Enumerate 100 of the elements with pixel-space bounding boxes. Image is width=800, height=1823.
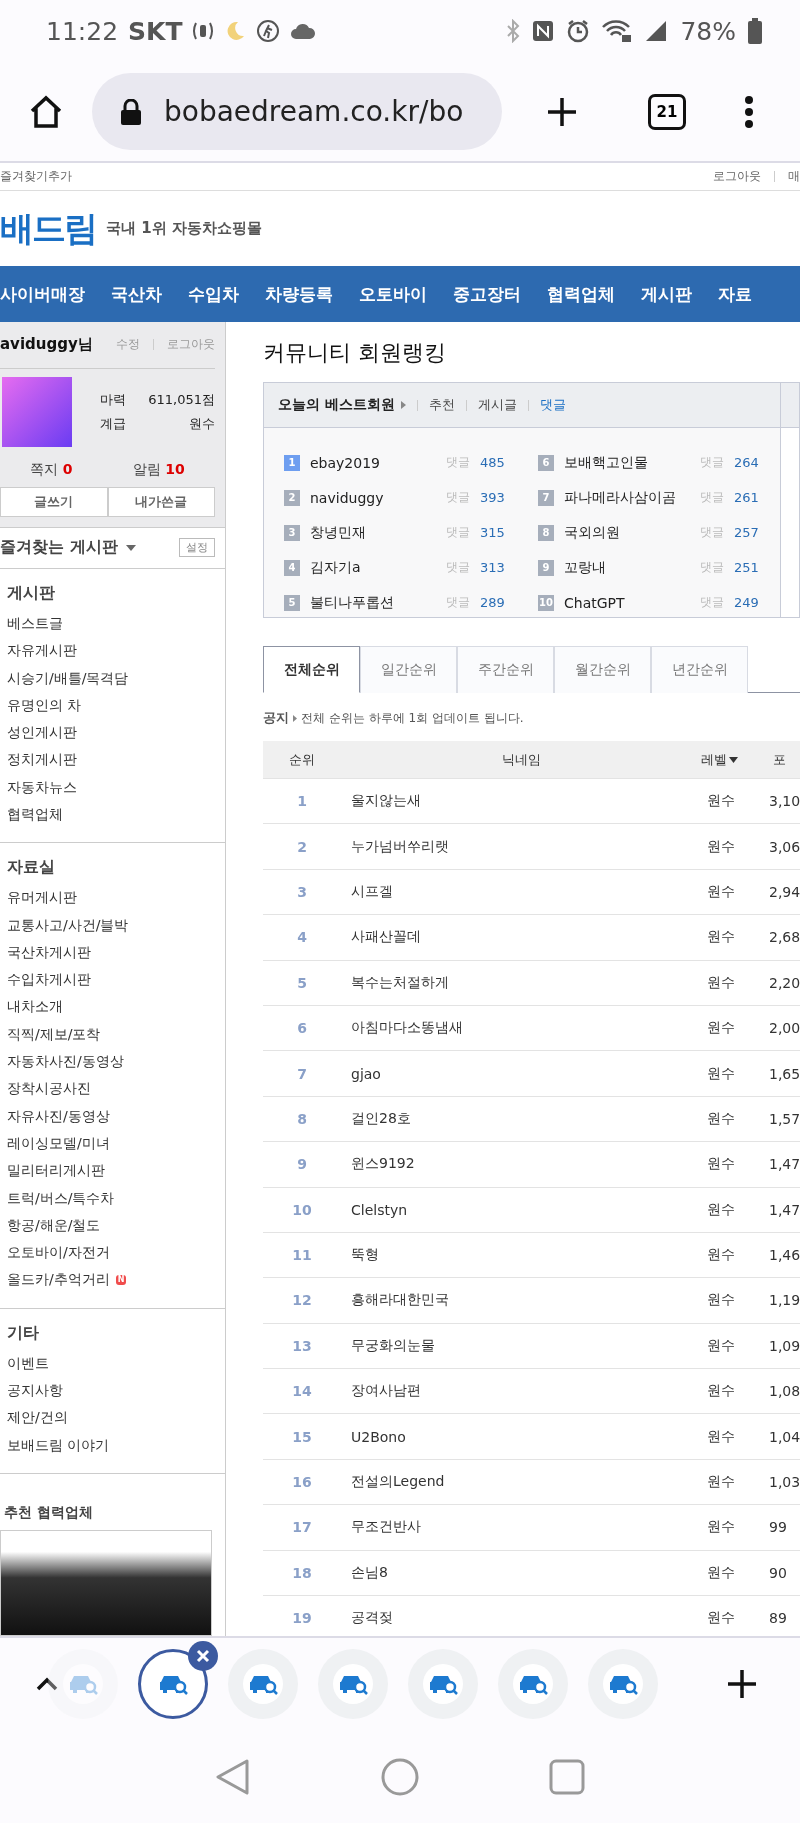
member-name[interactable]: 김자기a	[310, 558, 436, 577]
board-link[interactable]: 성인게시판	[7, 719, 218, 747]
board-link[interactable]: 공지사항	[7, 1377, 218, 1405]
chevron-up-icon[interactable]	[36, 1677, 58, 1691]
nickname-cell[interactable]: 전설의Legend	[341, 1473, 701, 1492]
nav-link[interactable]: 협력업체	[547, 282, 615, 306]
member-name[interactable]: 보배핵고인물	[564, 453, 690, 472]
board-link[interactable]: 자유게시판	[7, 637, 218, 665]
count-label: 댓글	[446, 454, 470, 471]
board-link[interactable]: 트럭/버스/특수차	[7, 1184, 218, 1212]
member-name[interactable]: 국외의원	[564, 523, 690, 542]
sort-caret-icon[interactable]	[729, 756, 738, 763]
user-action-button[interactable]: 내가쓴글	[107, 487, 215, 517]
bookmark-link[interactable]: 즐겨찾기추가	[0, 168, 72, 185]
site-logo[interactable]: 배드림	[0, 205, 96, 252]
nav-link[interactable]: 자료	[718, 282, 752, 306]
nickname-cell[interactable]: 무궁화의눈물	[341, 1336, 701, 1355]
board-link[interactable]: 베스트글	[7, 609, 218, 638]
board-link[interactable]: 장착시공사진	[7, 1075, 218, 1103]
ranking-tab[interactable]: 일간순위	[360, 646, 457, 693]
favorites-title[interactable]: 즐겨찾는 게시판	[0, 537, 118, 559]
nav-link[interactable]: 중고장터	[453, 282, 521, 306]
nickname-cell[interactable]: 아침마다소똥냄새	[341, 1019, 701, 1038]
member-name[interactable]: 파나메라사삼이곰	[564, 488, 690, 507]
board-link[interactable]: 제안/건의	[7, 1404, 218, 1432]
board-link[interactable]: 항공/해운/철도	[7, 1211, 218, 1240]
filter-link[interactable]: 댓글	[539, 396, 566, 414]
photo-placeholder[interactable]	[0, 1529, 212, 1636]
nickname-cell[interactable]: 윈스9192	[341, 1155, 701, 1174]
board-link[interactable]: 직찍/제보/포착	[7, 1020, 218, 1049]
nickname-cell[interactable]: U2Bono	[341, 1428, 701, 1445]
ranking-tab[interactable]: 년간순위	[651, 646, 748, 693]
board-link[interactable]: 레이싱모델/미녀	[7, 1129, 218, 1158]
board-link[interactable]: 협력업체	[7, 801, 218, 829]
board-link[interactable]: 수입차게시판	[7, 966, 218, 994]
member-name[interactable]: 창녕민재	[310, 523, 436, 542]
address-bar[interactable]: bobaedream.co.kr/bo	[92, 73, 502, 150]
nav-link[interactable]: 오토바이	[359, 282, 427, 306]
board-link[interactable]: 내차소개	[7, 993, 218, 1021]
ranking-tab[interactable]: 주간순위	[457, 646, 554, 693]
nickname-cell[interactable]: 시프겔	[341, 882, 701, 901]
nickname-cell[interactable]: gjao	[341, 1065, 701, 1082]
member-name[interactable]: ChatGPT	[564, 594, 690, 611]
board-link[interactable]: 유머게시판	[7, 884, 218, 912]
plus-icon[interactable]	[728, 1670, 756, 1698]
caret-icon[interactable]	[125, 544, 136, 551]
triangle-icon	[400, 401, 406, 409]
nav-link[interactable]: 게시판	[641, 282, 692, 306]
board-link[interactable]: 밀리터리게시판	[7, 1157, 218, 1185]
board-link[interactable]: 시승기/배틀/목격담	[7, 664, 218, 692]
nav-link[interactable]: 차량등록	[265, 282, 333, 306]
board-link[interactable]: 자동차뉴스	[7, 773, 218, 801]
settings-button[interactable]: 설정	[179, 538, 215, 558]
board-link[interactable]: 국산차게시판	[7, 938, 218, 967]
more-icon[interactable]	[744, 95, 754, 128]
member-name[interactable]: ebay2019	[310, 454, 436, 471]
nickname-cell[interactable]: 공격젖	[341, 1609, 701, 1628]
ranking-tab[interactable]: 전체순위	[263, 646, 360, 693]
board-link[interactable]: 오토바이/자전거	[7, 1239, 218, 1267]
nickname-cell[interactable]: 흥해라대한민국	[341, 1291, 701, 1310]
util-link[interactable]: 매	[788, 168, 800, 185]
nickname-cell[interactable]: 뚝형	[341, 1246, 701, 1265]
close-icon[interactable]	[188, 1641, 218, 1671]
ranking-tab[interactable]: 월간순위	[554, 646, 651, 693]
back-icon[interactable]	[215, 1757, 251, 1796]
column-header[interactable]: 레벨	[701, 750, 727, 769]
board-link[interactable]: 자동차사진/동영상	[7, 1048, 218, 1076]
home-circle-icon[interactable]	[381, 1757, 419, 1796]
recent-apps-icon[interactable]	[549, 1758, 585, 1795]
member-name[interactable]: 불티나푸롭션	[310, 593, 436, 612]
filter-link[interactable]: 추천	[428, 396, 455, 414]
board-link[interactable]: 이벤트	[7, 1349, 218, 1378]
plus-icon[interactable]	[546, 95, 578, 128]
nav-link[interactable]: 국산차	[111, 282, 162, 306]
filter-link[interactable]: 게시글	[477, 396, 517, 414]
nav-link[interactable]: 수입차	[188, 282, 239, 306]
home-icon[interactable]	[28, 94, 64, 129]
counter-link[interactable]: 알림 10	[132, 461, 185, 479]
board-link[interactable]: 올드카/추억거리	[7, 1266, 110, 1294]
nickname-cell[interactable]: 사패산꼴데	[341, 928, 701, 947]
board-link[interactable]: 정치게시판	[7, 746, 218, 774]
tab-count-button[interactable]: 21	[648, 93, 686, 130]
nickname-cell[interactable]: 장여사남편	[341, 1382, 701, 1401]
member-name[interactable]: naviduggy	[310, 489, 436, 506]
nickname-cell[interactable]: 누가넘버쑤리랫	[341, 837, 701, 856]
nickname-cell[interactable]: 손님8	[341, 1563, 701, 1582]
nickname-cell[interactable]: 울지않는새	[341, 792, 701, 811]
board-link[interactable]: 교통사고/사건/블박	[7, 911, 218, 939]
nav-link[interactable]: 사이버매장	[0, 282, 85, 306]
board-link[interactable]: 유명인의 차	[7, 691, 218, 720]
board-link[interactable]: 보배드림 이야기	[7, 1431, 218, 1459]
nickname-cell[interactable]: Clelstyn	[341, 1201, 701, 1218]
nickname-cell[interactable]: 무조건반사	[341, 1518, 701, 1537]
counter-link[interactable]: 쪽지 0	[30, 461, 73, 479]
nickname-cell[interactable]: 복수는처절하게	[341, 973, 701, 992]
member-name[interactable]: 꼬랑내	[564, 558, 690, 577]
util-link[interactable]: 로그아웃	[713, 168, 761, 185]
board-link[interactable]: 자유사진/동영상	[7, 1102, 218, 1130]
nickname-cell[interactable]: 걸인28호	[341, 1109, 701, 1128]
user-action-button[interactable]: 글쓰기	[0, 487, 108, 517]
